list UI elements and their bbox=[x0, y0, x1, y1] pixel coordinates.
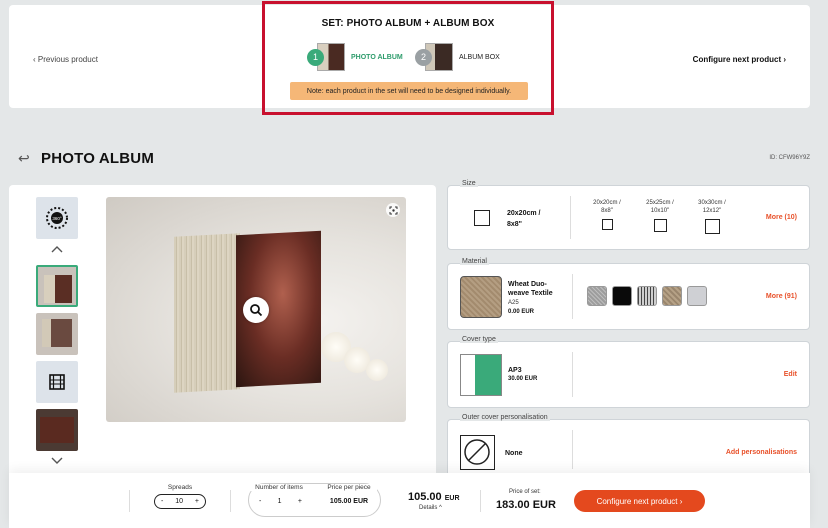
divider bbox=[572, 430, 573, 469]
flower-image bbox=[366, 359, 388, 381]
total-price: 105.00 EUR bbox=[408, 491, 460, 503]
cover-type-name: AP3 bbox=[508, 367, 522, 374]
option-label: Cover type bbox=[460, 336, 498, 343]
material-option-card[interactable]: Material Wheat Duo-weave Textile A25 0.0… bbox=[447, 258, 810, 330]
material-name: Wheat Duo-weave Textile bbox=[508, 281, 553, 297]
number-of-items-label: Number of items bbox=[249, 484, 309, 491]
divider bbox=[230, 490, 231, 512]
view-360-button[interactable]: 360° bbox=[36, 197, 78, 239]
edit-cover-link[interactable]: Edit bbox=[784, 371, 797, 378]
divider bbox=[480, 490, 481, 512]
selected-fabric-swatch bbox=[460, 276, 502, 318]
step-number-badge: 1 bbox=[307, 48, 324, 66]
expand-icon bbox=[389, 206, 397, 214]
more-materials-link[interactable]: More (91) bbox=[766, 293, 797, 300]
set-highlight-box: SET: PHOTO ALBUM + ALBUM BOX 1 PHOTO ALB… bbox=[262, 1, 554, 115]
step-label: PHOTO ALBUM bbox=[351, 53, 403, 61]
set-note-banner: Note: each product in the set will need … bbox=[290, 82, 528, 100]
zoom-button[interactable] bbox=[243, 297, 269, 323]
add-personalisations-link[interactable]: Add personalisations bbox=[726, 449, 797, 456]
svg-text:360°: 360° bbox=[52, 216, 62, 221]
rotate-360-icon: 360° bbox=[46, 207, 68, 229]
size-square-icon bbox=[653, 219, 667, 232]
album-spine-image bbox=[174, 233, 240, 393]
cover-type-option-card[interactable]: Cover type AP3 30.00 EUR Edit bbox=[447, 336, 810, 408]
none-slash-icon bbox=[460, 435, 495, 470]
magnifier-icon bbox=[250, 304, 263, 317]
size-choice[interactable]: 20x20cm / 8x8" bbox=[590, 199, 624, 230]
chevron-up-icon[interactable] bbox=[36, 245, 78, 259]
material-price: 0.00 EUR bbox=[508, 309, 535, 315]
gallery-thumbnail[interactable] bbox=[36, 265, 78, 307]
items-stepper[interactable]: - 1 + bbox=[253, 494, 308, 509]
size-square-icon bbox=[601, 219, 613, 230]
option-label: Size bbox=[460, 180, 478, 187]
cover-type-thumbnail bbox=[460, 354, 502, 396]
fabric-swatch-wheat[interactable] bbox=[662, 286, 682, 306]
product-gallery: 360° bbox=[9, 185, 436, 485]
checkout-bar: Spreads - 10 + Number of items Price per… bbox=[9, 473, 810, 528]
more-sizes-link[interactable]: More (10) bbox=[766, 214, 797, 221]
product-id: ID: CFW96Y9Z bbox=[769, 155, 810, 161]
cover-type-price: 30.00 EUR bbox=[508, 376, 538, 382]
set-header-card: ‹ Previous product Configure next produc… bbox=[9, 1, 810, 115]
fullscreen-button[interactable] bbox=[386, 203, 400, 217]
minus-button[interactable]: - bbox=[161, 498, 163, 505]
video-button[interactable] bbox=[36, 361, 78, 403]
back-arrow-icon[interactable]: ↩ bbox=[18, 150, 30, 167]
size-square-icon bbox=[704, 219, 720, 234]
divider bbox=[570, 196, 571, 239]
set-step-photo-album[interactable]: 1 PHOTO ALBUM bbox=[307, 43, 403, 71]
fabric-swatch-tweed[interactable] bbox=[637, 286, 657, 306]
fabric-swatch-light-grey[interactable] bbox=[687, 286, 707, 306]
main-product-image[interactable] bbox=[106, 197, 406, 422]
set-title: SET: PHOTO ALBUM + ALBUM BOX bbox=[321, 18, 495, 29]
plus-button[interactable]: + bbox=[195, 498, 199, 505]
gallery-thumbnail[interactable] bbox=[36, 313, 78, 355]
size-option-card[interactable]: Size 20x20cm / 8x8" 20x20cm / 8x8" 25x25… bbox=[447, 180, 810, 250]
details-toggle[interactable]: Details ^ bbox=[419, 505, 442, 511]
personalisation-value: None bbox=[505, 450, 523, 457]
set-step-album-box[interactable]: 2 ALBUM BOX bbox=[415, 43, 500, 71]
size-choice[interactable]: 30x30cm / 12x12" bbox=[694, 199, 730, 234]
gallery-thumbnail[interactable] bbox=[36, 409, 78, 451]
page-title: PHOTO ALBUM bbox=[41, 150, 155, 167]
spreads-stepper[interactable]: - 10 + bbox=[154, 494, 206, 509]
configure-next-product-link[interactable]: Configure next product › bbox=[693, 55, 786, 64]
items-value[interactable]: 1 bbox=[278, 498, 282, 505]
spreads-value[interactable]: 10 bbox=[175, 498, 183, 505]
divider bbox=[129, 490, 130, 512]
step-number-badge: 2 bbox=[415, 48, 432, 66]
previous-product-link[interactable]: ‹ Previous product bbox=[33, 55, 98, 64]
minus-button[interactable]: - bbox=[259, 498, 261, 505]
material-code: A25 bbox=[508, 300, 519, 306]
option-label: Outer cover personalisation bbox=[460, 414, 550, 421]
fabric-swatch-black[interactable] bbox=[612, 286, 632, 306]
size-square-icon bbox=[474, 210, 490, 226]
set-price-value: 183.00 EUR bbox=[496, 499, 556, 511]
fabric-swatch-grey[interactable] bbox=[587, 286, 607, 306]
configure-next-product-button[interactable]: Configure next product › bbox=[574, 490, 705, 512]
plus-button[interactable]: + bbox=[298, 498, 302, 505]
size-choice[interactable]: 25x25cm / 10x10" bbox=[642, 199, 678, 232]
price-per-piece-value: 105.00 EUR bbox=[329, 498, 369, 505]
personalisation-option-card[interactable]: Outer cover personalisation None Add per… bbox=[447, 414, 810, 479]
step-label: ALBUM BOX bbox=[459, 53, 500, 61]
film-icon bbox=[49, 374, 65, 390]
option-label: Material bbox=[460, 258, 489, 265]
price-per-piece-label: Price per piece bbox=[321, 484, 377, 491]
divider bbox=[572, 274, 573, 319]
selected-size: 20x20cm / 8x8" bbox=[507, 210, 541, 228]
spreads-label: Spreads bbox=[167, 484, 193, 491]
divider bbox=[572, 352, 573, 397]
thumbnail-column: 360° bbox=[36, 197, 78, 477]
set-price-label: Price of set: bbox=[509, 489, 541, 495]
chevron-down-icon[interactable] bbox=[36, 457, 78, 471]
